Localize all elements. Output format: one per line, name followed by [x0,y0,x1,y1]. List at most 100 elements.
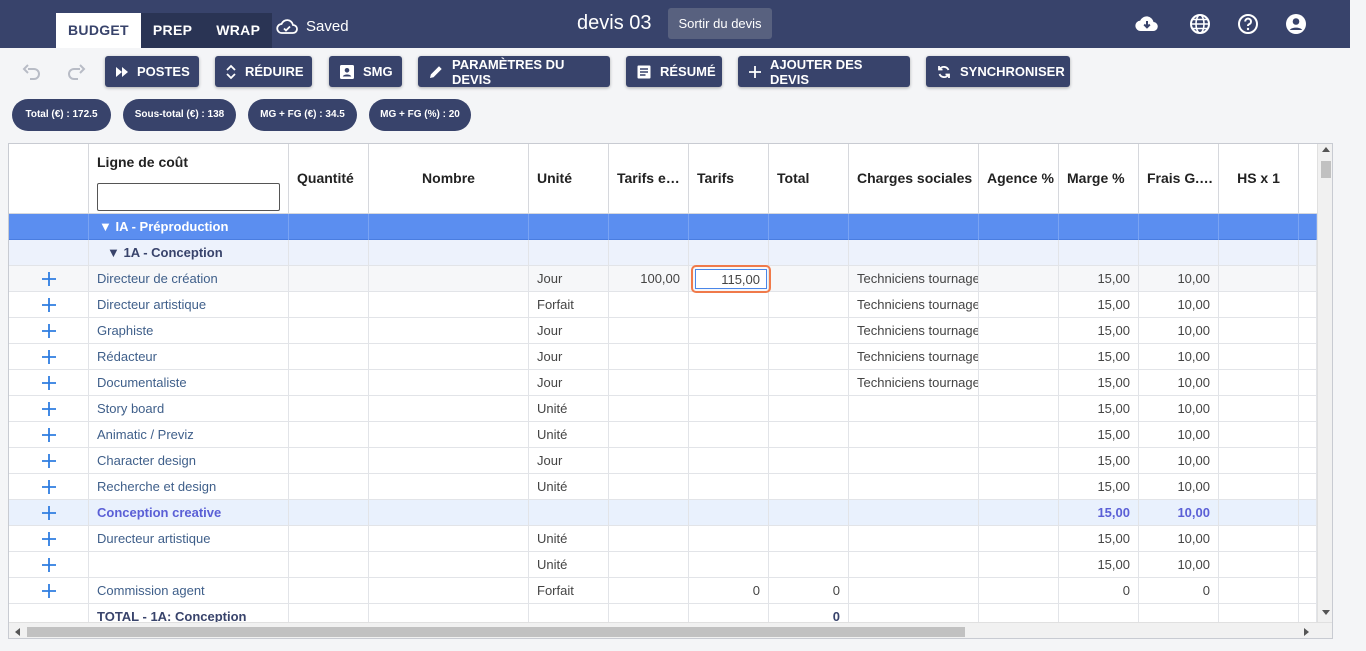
col-header-tarifs[interactable]: Tarifs [689,144,769,214]
cell-tarifs[interactable] [689,396,769,422]
cell-empty[interactable] [1219,318,1299,344]
cell-empty[interactable] [289,370,369,396]
cell-tarifs-e[interactable] [609,526,689,552]
cell-charges[interactable] [849,578,979,604]
row-actions[interactable] [9,266,89,292]
cloud-download-icon[interactable] [1135,12,1159,36]
active-cell-editor[interactable]: 115,00 [691,265,771,293]
cell-total[interactable] [769,344,849,370]
cell-empty[interactable] [979,526,1059,552]
cell-charges[interactable] [849,500,979,526]
cell-frais[interactable]: 10,00 [1139,396,1219,422]
cell-marge[interactable]: 15,00 [1059,422,1139,448]
table-row[interactable]: Recherche et design Unité 15,00 10,00 [9,474,1317,500]
cell-empty[interactable] [1299,448,1317,474]
cell-tarifs[interactable] [689,474,769,500]
group-row-conception[interactable]: ▼ 1A - Conception [9,240,1317,266]
cell-empty[interactable] [369,396,529,422]
cell-empty[interactable] [369,344,529,370]
cell-marge[interactable]: 15,00 [1059,396,1139,422]
cell-tarifs[interactable] [689,526,769,552]
group-cell[interactable] [609,214,689,240]
add-row-icon[interactable] [41,323,57,339]
add-row-icon[interactable] [41,583,57,599]
horizontal-scrollbar[interactable] [9,622,1332,638]
cell-total[interactable] [769,318,849,344]
cell-tarifs-e[interactable] [609,448,689,474]
row-actions[interactable] [9,318,89,344]
cell-charges[interactable]: Techniciens tournage [849,370,979,396]
cell-empty[interactable] [979,318,1059,344]
cell-empty[interactable] [1299,396,1317,422]
cell-empty[interactable] [979,422,1059,448]
cell-unite[interactable]: Jour [529,448,609,474]
cell-charges[interactable]: Techniciens tournage [849,344,979,370]
cell-empty[interactable] [289,266,369,292]
cell-empty[interactable] [289,474,369,500]
cell-name[interactable] [89,552,289,578]
row-actions[interactable] [9,552,89,578]
cell-tarifs-e[interactable]: 100,00 [609,266,689,292]
cell-empty[interactable] [289,344,369,370]
cell-charges[interactable]: Techniciens tournage [849,266,979,292]
row-actions[interactable] [9,448,89,474]
cell-tarifs[interactable] [689,292,769,318]
row-actions[interactable] [9,370,89,396]
cell-frais[interactable]: 10,00 [1139,344,1219,370]
cell-tarifs-e[interactable] [609,474,689,500]
cell-empty[interactable] [1219,526,1299,552]
cell-marge[interactable]: 15,00 [1059,500,1139,526]
cell-name[interactable]: Directeur artistique [89,292,289,318]
ligne-filter-input[interactable] [97,183,280,211]
cell-total[interactable] [769,500,849,526]
cell-empty[interactable] [979,370,1059,396]
cell-tarifs[interactable]: 0 [689,578,769,604]
cell-empty[interactable] [1299,318,1317,344]
col-header-nombre[interactable]: Nombre [369,144,529,214]
table-row[interactable]: Conception creative 15,00 10,00 [9,500,1317,526]
cell-name[interactable]: Commission agent [89,578,289,604]
group-label-preproduction[interactable]: ▼ IA - Préproduction [89,214,289,240]
add-row-icon[interactable] [41,505,57,521]
add-row-icon[interactable] [41,531,57,547]
row-actions[interactable] [9,500,89,526]
add-row-icon[interactable] [41,557,57,573]
scroll-down-icon[interactable] [1322,610,1330,616]
group-cell[interactable] [529,214,609,240]
cell-empty[interactable] [1219,500,1299,526]
cell-charges[interactable] [849,474,979,500]
cell-name[interactable]: Directeur de création [89,266,289,292]
cell-total[interactable] [769,422,849,448]
group-cell[interactable] [9,214,89,240]
cell-frais[interactable]: 10,00 [1139,266,1219,292]
cell-marge[interactable]: 15,00 [1059,318,1139,344]
tab-prep[interactable]: PREP [140,13,205,48]
cell-empty[interactable] [1299,292,1317,318]
table-row[interactable]: Unité 15,00 10,00 [9,552,1317,578]
cell-empty[interactable] [1299,578,1317,604]
cell-charges[interactable]: Techniciens tournage [849,318,979,344]
tab-budget[interactable]: BUDGET [56,13,141,48]
cell-tarifs-e[interactable] [609,578,689,604]
cell-empty[interactable] [289,448,369,474]
cell-frais[interactable]: 10,00 [1139,292,1219,318]
cell-unite[interactable]: Unité [529,526,609,552]
cell-empty[interactable] [1219,578,1299,604]
cell-marge[interactable]: 0 [1059,578,1139,604]
cell-empty[interactable] [1219,552,1299,578]
cell-marge[interactable]: 15,00 [1059,526,1139,552]
table-row[interactable]: Rédacteur Jour Techniciens tournage 15,00 10… [9,344,1317,370]
account-icon[interactable] [1284,12,1308,36]
group-cell[interactable] [689,240,769,266]
cell-name[interactable]: Durecteur artistique [89,526,289,552]
cell-tarifs-e[interactable] [609,396,689,422]
col-header-total[interactable]: Total [769,144,849,214]
cell-unite[interactable]: Forfait [529,292,609,318]
cell-empty[interactable] [979,396,1059,422]
row-actions[interactable] [9,526,89,552]
cell-marge[interactable]: 15,00 [1059,370,1139,396]
group-row-preproduction[interactable]: ▼ IA - Préproduction [9,214,1317,240]
cell-unite[interactable]: Jour [529,370,609,396]
add-row-icon[interactable] [41,427,57,443]
group-cell[interactable] [1219,240,1299,266]
